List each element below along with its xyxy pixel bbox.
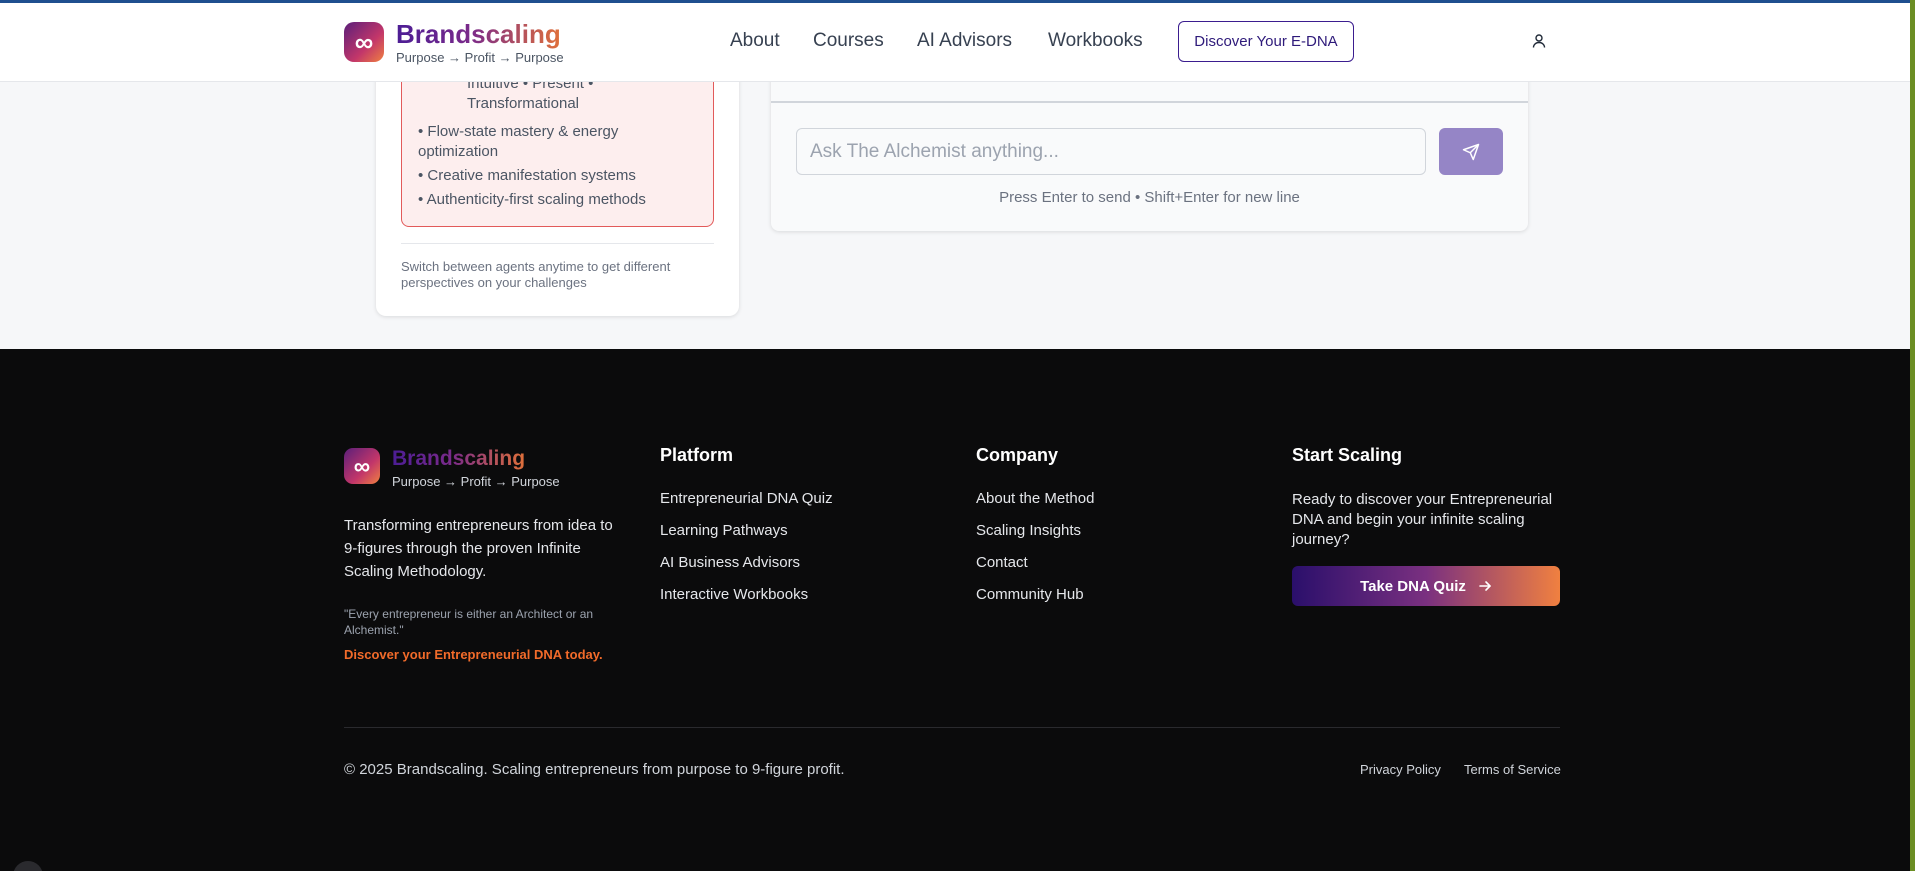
brand-tagline: Purpose → Profit → Purpose <box>396 50 564 65</box>
privacy-policy-link[interactable]: Privacy Policy <box>1360 762 1441 777</box>
agent-feature: • Flow-state mastery & energy optimizati… <box>418 123 619 160</box>
footer-link-workbooks[interactable]: Interactive Workbooks <box>660 586 833 618</box>
footer-brand-tagline: Purpose → Profit → Purpose <box>392 474 560 489</box>
user-icon[interactable] <box>1531 33 1547 49</box>
footer-company-links: About the Method Scaling Insights Contac… <box>976 490 1094 618</box>
footer-link-learning-pathways[interactable]: Learning Pathways <box>660 522 833 554</box>
scrollbar-edge[interactable] <box>1910 0 1915 871</box>
copyright: © 2025 Brandscaling. Scaling entrepreneu… <box>344 761 845 778</box>
footer-infinity-icon: ∞ <box>344 448 380 484</box>
nav-ai-advisors[interactable]: AI Advisors <box>917 30 1012 52</box>
terms-of-service-link[interactable]: Terms of Service <box>1464 762 1561 777</box>
footer-link-dna-quiz[interactable]: Entrepreneurial DNA Quiz <box>660 490 833 522</box>
footer-divider <box>344 727 1560 728</box>
infinity-icon[interactable]: ∞ <box>344 22 384 62</box>
take-dna-quiz-button[interactable]: Take DNA Quiz <box>1292 566 1560 606</box>
site-header: ∞ Brandscaling Purpose → Profit → Purpos… <box>0 0 1910 82</box>
footer-start-text: Ready to discover your Entrepreneurial D… <box>1292 491 1553 548</box>
agent-feature: • Creative manifestation systems <box>418 167 636 184</box>
card-divider <box>401 243 714 244</box>
footer-platform-title: Platform <box>660 445 734 465</box>
agent-feature-list: • Flow-state mastery & energy optimizati… <box>418 122 698 214</box>
nav-workbooks[interactable]: Workbooks <box>1048 30 1143 52</box>
switch-agents-note: Switch between agents anytime to get dif… <box>401 259 671 290</box>
top-accent-line <box>0 0 1910 3</box>
chat-separator <box>771 101 1528 103</box>
send-button[interactable] <box>1439 128 1503 175</box>
nav-courses[interactable]: Courses <box>813 30 884 52</box>
footer-link-ai-advisors[interactable]: AI Business Advisors <box>660 554 833 586</box>
footer-link-scaling-insights[interactable]: Scaling Insights <box>976 522 1094 554</box>
chat-input[interactable] <box>796 128 1426 175</box>
send-icon <box>1462 143 1480 160</box>
site-footer <box>0 349 1910 871</box>
footer-description: Transforming entrepreneurs from idea to … <box>344 517 613 580</box>
footer-cta-text: Discover your Entrepreneurial DNA today. <box>344 647 603 662</box>
footer-brand-name: Brandscaling <box>392 447 526 470</box>
footer-link-contact[interactable]: Contact <box>976 554 1094 586</box>
footer-link-about-method[interactable]: About the Method <box>976 490 1094 522</box>
footer-link-community-hub[interactable]: Community Hub <box>976 586 1094 618</box>
take-dna-quiz-label: Take DNA Quiz <box>1360 577 1466 595</box>
footer-company-title: Company <box>976 445 1059 465</box>
discover-edna-button[interactable]: Discover Your E-DNA <box>1178 21 1354 62</box>
arrow-right-icon <box>1479 581 1491 591</box>
chat-hint: Press Enter to send • Shift+Enter for ne… <box>999 189 1300 206</box>
footer-platform-links: Entrepreneurial DNA Quiz Learning Pathwa… <box>660 490 833 618</box>
brand-name[interactable]: Brandscaling <box>396 19 561 50</box>
agent-feature: • Authenticity-first scaling methods <box>418 191 646 208</box>
footer-start-title: Start Scaling <box>1292 445 1403 465</box>
nav-about[interactable]: About <box>730 30 780 52</box>
footer-quote: "Every entrepreneur is either an Archite… <box>344 607 594 637</box>
